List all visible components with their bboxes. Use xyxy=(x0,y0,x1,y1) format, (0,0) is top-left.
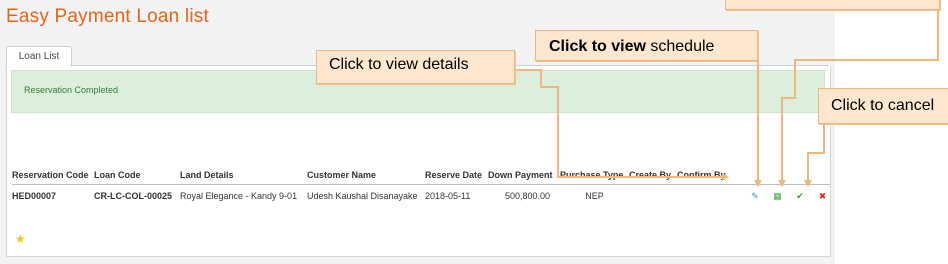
callout-view-details-text: Click to view details xyxy=(329,56,469,73)
callout-view-schedule-bold: Click to view xyxy=(549,38,646,55)
cancel-connector-line xyxy=(807,124,825,181)
callout-connector-lines xyxy=(515,8,939,187)
details-arrowhead xyxy=(722,173,729,181)
callout-view-details: Click to view details xyxy=(316,50,515,84)
callout-view-schedule: Click to view schedule xyxy=(535,30,758,61)
confirm-arrowhead xyxy=(778,180,786,187)
callout-top-partial xyxy=(725,0,940,10)
schedule-arrowhead xyxy=(754,180,762,187)
details-connector-line xyxy=(515,69,725,178)
callout-cancel-text: Click to cancel xyxy=(831,97,935,114)
callout-cancel: Click to cancel xyxy=(818,88,948,124)
callout-view-schedule-rest: schedule xyxy=(650,38,715,55)
cancel-arrowhead xyxy=(804,180,812,187)
